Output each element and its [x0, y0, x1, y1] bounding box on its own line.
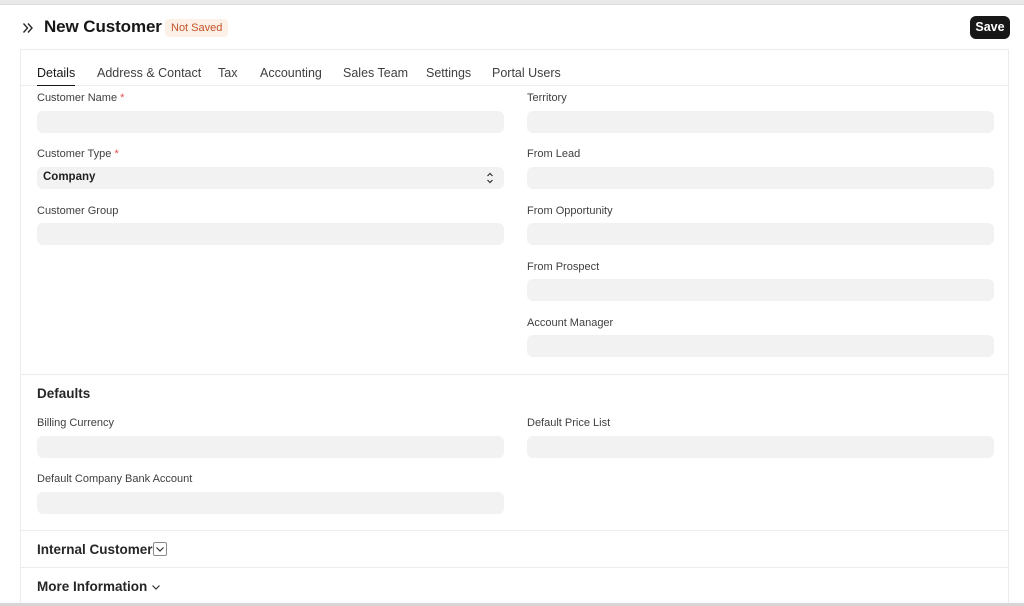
customer-type-label: Customer Type *	[37, 148, 119, 160]
tab-accounting[interactable]: Accounting	[260, 66, 322, 86]
account-manager-input[interactable]	[527, 335, 994, 357]
from-opportunity-label: From Opportunity	[527, 205, 613, 217]
section-divider	[21, 567, 1008, 568]
customer-name-input[interactable]	[37, 111, 504, 133]
customer-type-select[interactable]: Company	[37, 167, 504, 189]
default-price-list-input[interactable]	[527, 436, 994, 458]
tab-sales-team[interactable]: Sales Team	[343, 66, 408, 86]
up-down-arrows-icon	[486, 171, 494, 185]
territory-label: Territory	[527, 92, 567, 104]
default-price-list-label: Default Price List	[527, 417, 611, 429]
customer-form-page: New Customer Not Saved Save Details Addr…	[0, 5, 1024, 606]
chevron-down-icon[interactable]	[153, 542, 167, 556]
customer-name-label: Customer Name *	[37, 92, 125, 104]
default-bank-account-label: Default Company Bank Account	[37, 473, 193, 485]
required-mark: *	[120, 92, 125, 104]
customer-group-label: Customer Group	[37, 205, 119, 217]
from-opportunity-input[interactable]	[527, 223, 994, 245]
customer-type-value: Company	[43, 171, 96, 183]
tab-settings[interactable]: Settings	[426, 66, 471, 86]
form-card: Details Address & Contact Tax Accounting…	[20, 49, 1009, 606]
status-badge: Not Saved	[165, 19, 229, 37]
internal-customer-section-title[interactable]: Internal Customer	[37, 542, 153, 557]
chevron-down-icon[interactable]	[149, 580, 163, 594]
form-tabs: Details Address & Contact Tax Accounting…	[21, 50, 1008, 86]
tab-address-contact[interactable]: Address & Contact	[97, 66, 201, 86]
from-lead-input[interactable]	[527, 167, 994, 189]
page-header: New Customer Not Saved Save	[0, 5, 1024, 49]
default-bank-account-input[interactable]	[37, 492, 504, 514]
page-title: New Customer	[44, 17, 162, 36]
billing-currency-input[interactable]	[37, 436, 504, 458]
tab-details[interactable]: Details	[37, 66, 76, 86]
section-divider	[21, 530, 1008, 531]
more-information-section-title[interactable]: More Information	[37, 579, 147, 594]
tab-portal-users[interactable]: Portal Users	[492, 66, 561, 86]
billing-currency-label: Billing Currency	[37, 417, 115, 429]
tab-tax[interactable]: Tax	[218, 66, 237, 86]
account-manager-label: Account Manager	[527, 317, 614, 329]
from-lead-label: From Lead	[527, 148, 581, 160]
required-mark: *	[114, 148, 119, 160]
save-button[interactable]: Save	[970, 16, 1010, 39]
customer-group-input[interactable]	[37, 223, 504, 245]
from-prospect-label: From Prospect	[527, 261, 600, 273]
from-prospect-input[interactable]	[527, 279, 994, 301]
section-divider	[21, 374, 1008, 375]
chevrons-right-icon[interactable]	[19, 19, 37, 37]
defaults-section-title: Defaults	[37, 386, 91, 401]
territory-input[interactable]	[527, 111, 994, 133]
